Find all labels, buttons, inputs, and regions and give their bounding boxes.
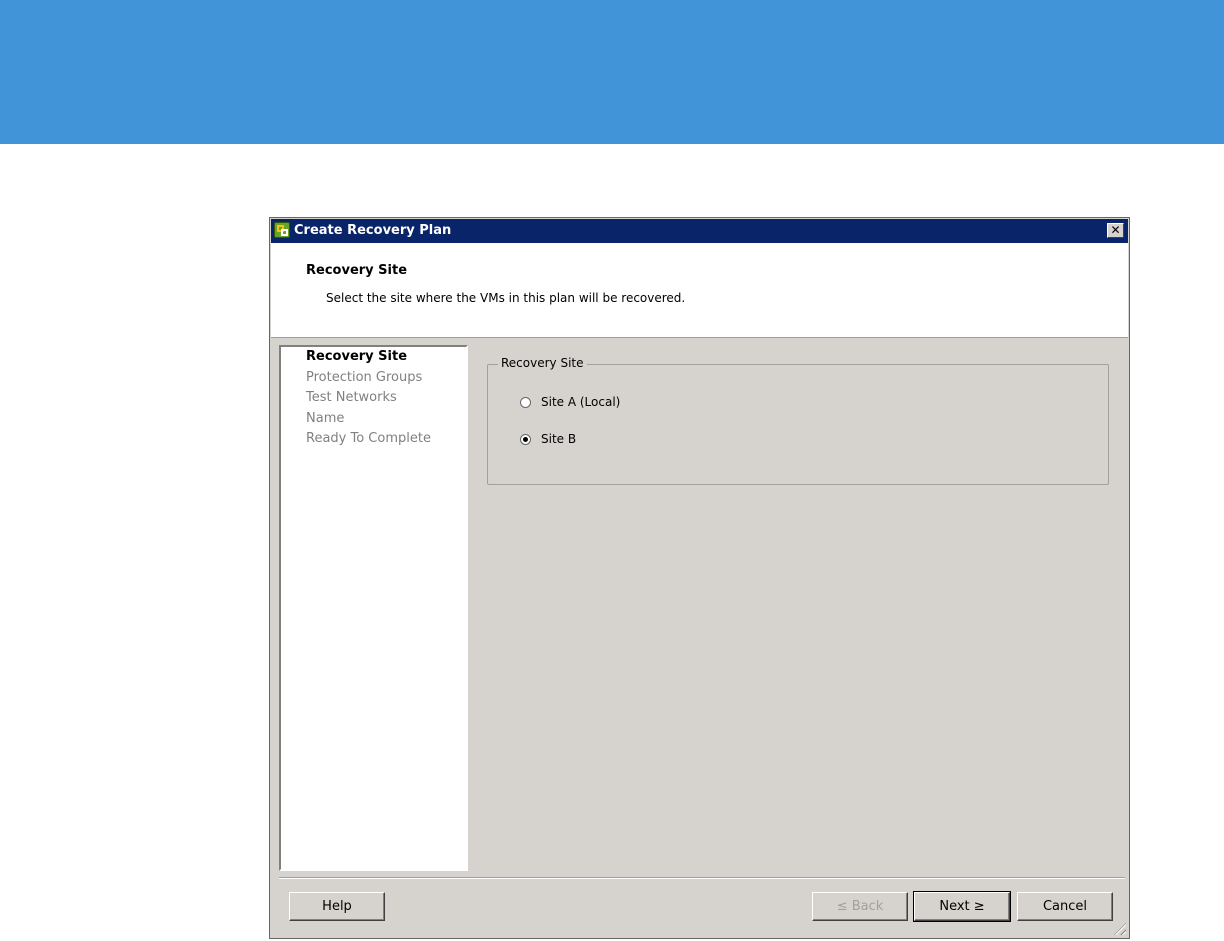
dialog-title: Create Recovery Plan — [294, 223, 452, 238]
next-button[interactable]: Next ≥ — [913, 891, 1011, 922]
radio-button-icon[interactable] — [520, 396, 531, 408]
step-name: Name — [306, 411, 345, 426]
close-button[interactable]: ✕ — [1107, 223, 1124, 238]
create-recovery-plan-dialog: Create Recovery Plan ✕ Recovery Site Sel… — [269, 217, 1130, 939]
help-button[interactable]: Help — [289, 892, 385, 921]
radio-site-a-label[interactable]: Site A (Local) — [541, 395, 620, 409]
step-ready-to-complete: Ready To Complete — [306, 431, 431, 446]
cancel-button[interactable]: Cancel — [1017, 892, 1113, 921]
radio-button-checked-icon[interactable] — [520, 433, 531, 445]
top-banner — [0, 0, 1224, 144]
radio-site-a[interactable]: Site A (Local) — [520, 395, 620, 409]
step-test-networks: Test Networks — [306, 390, 397, 405]
title-bar[interactable]: Create Recovery Plan ✕ — [271, 219, 1128, 243]
step-protection-groups: Protection Groups — [306, 370, 423, 385]
step-recovery-site[interactable]: Recovery Site — [306, 349, 407, 364]
radio-site-b[interactable]: Site B — [520, 432, 576, 446]
back-button[interactable]: ≤ Back — [812, 892, 908, 921]
wizard-steps-panel: Recovery Site Protection Groups Test Net… — [279, 345, 468, 871]
recovery-site-group: Recovery Site Site A (Local) Site B — [487, 356, 1109, 485]
group-legend: Recovery Site — [498, 356, 587, 370]
wizard-header: Recovery Site Select the site where the … — [271, 243, 1128, 338]
resize-grip-icon[interactable] — [1114, 923, 1126, 935]
footer-divider — [279, 877, 1125, 879]
header-description: Select the site where the VMs in this pl… — [326, 291, 686, 305]
header-title: Recovery Site — [306, 263, 408, 278]
radio-site-b-label[interactable]: Site B — [541, 432, 576, 446]
app-icon — [274, 222, 290, 238]
